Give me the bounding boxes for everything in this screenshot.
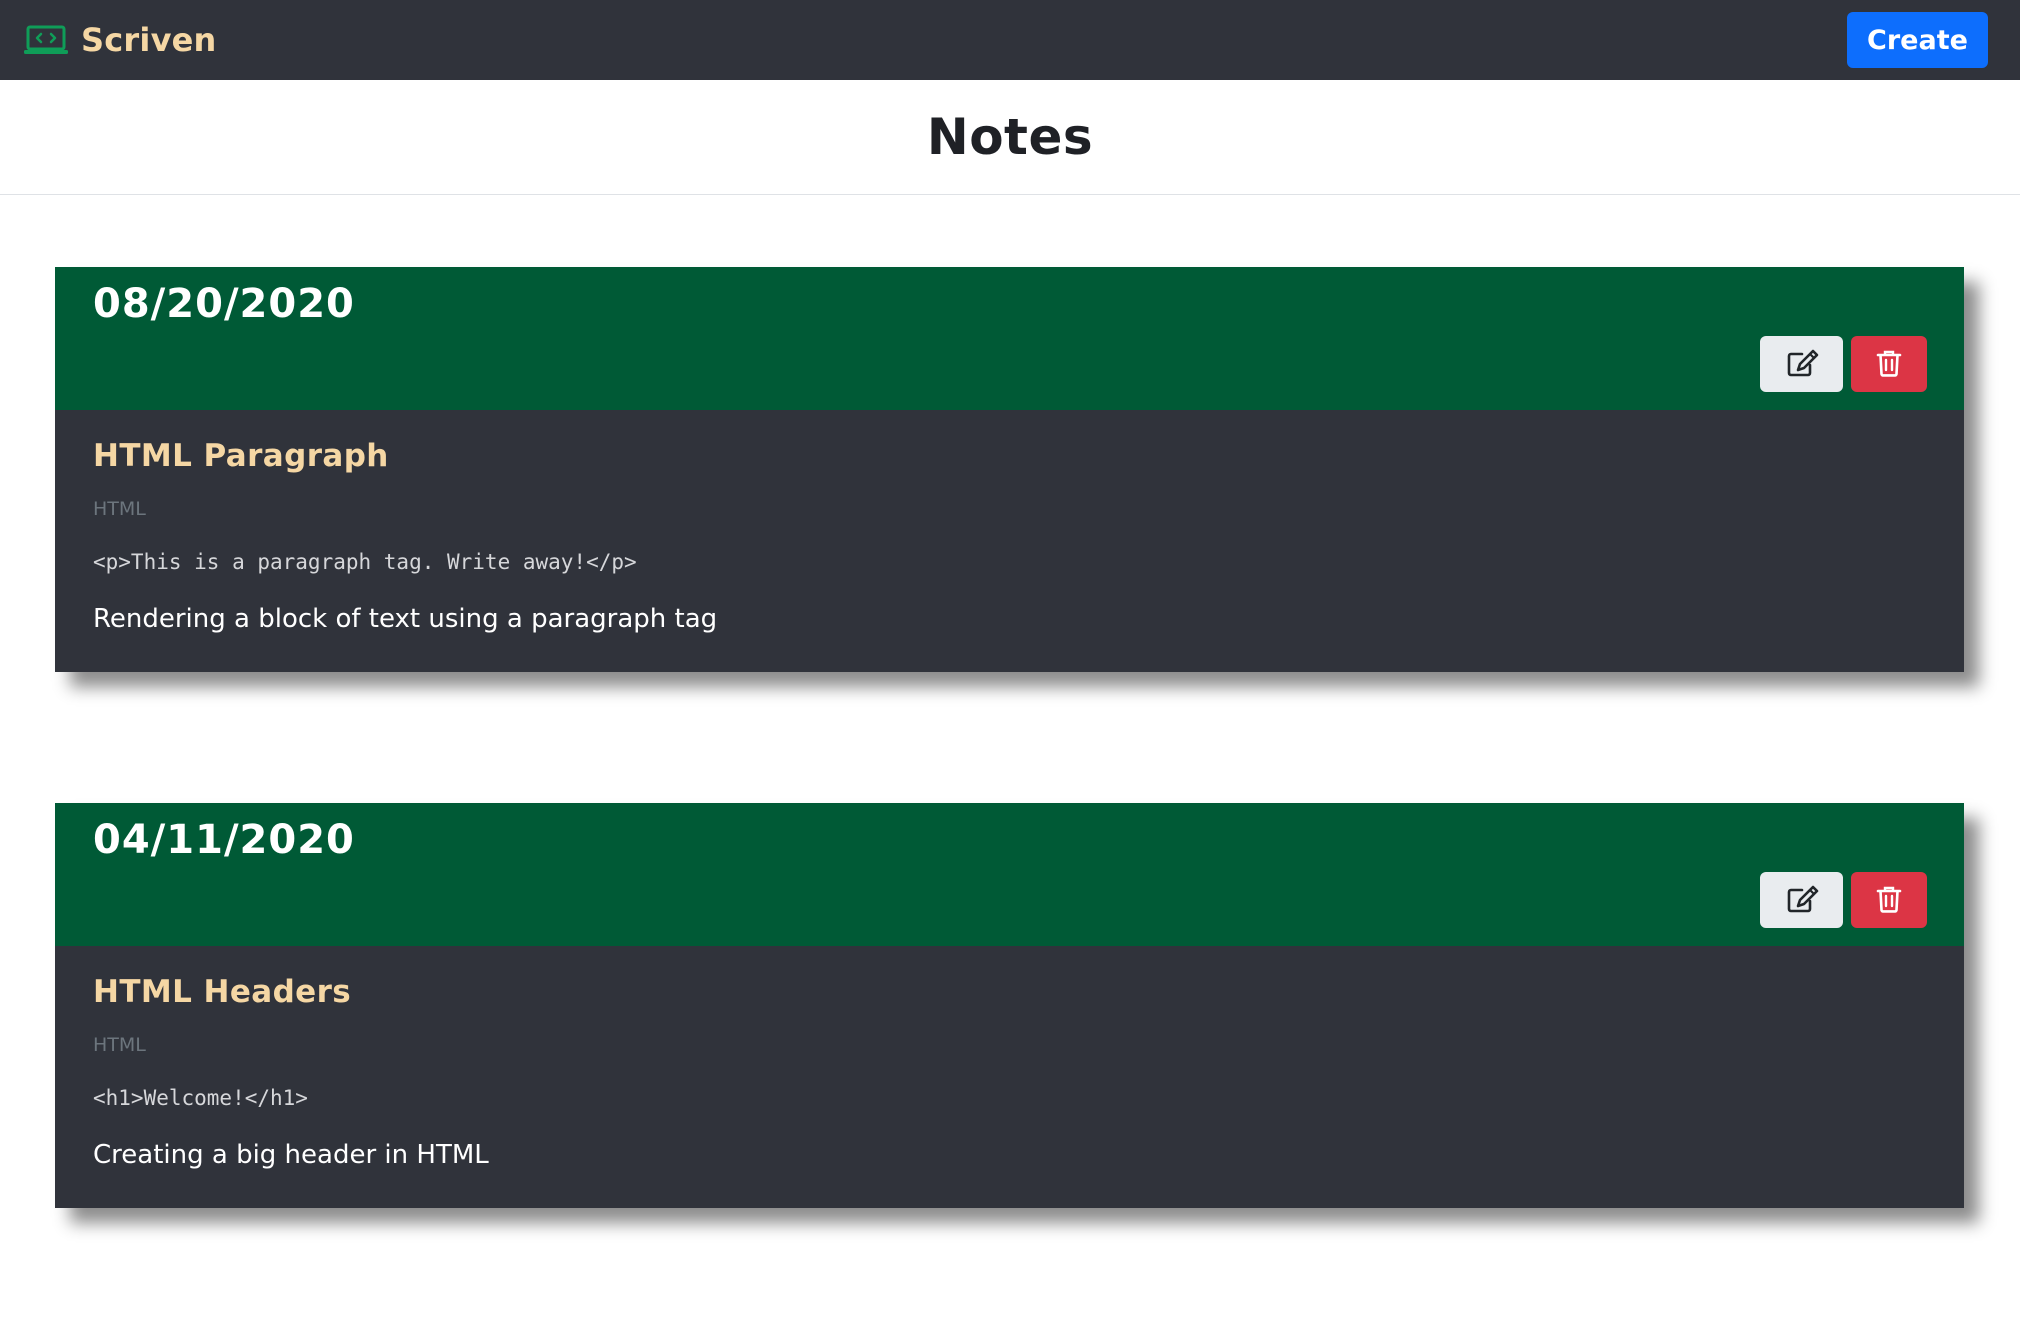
note-language: HTML xyxy=(93,1034,146,1056)
edit-icon xyxy=(1784,348,1820,381)
note-title: HTML Headers xyxy=(93,974,352,1010)
note-date: 04/11/2020 xyxy=(93,817,355,863)
trash-icon xyxy=(1876,349,1902,380)
note-card: 04/11/2020 HTML Headers HTML <h1>Welcome… xyxy=(55,803,1964,1208)
notes-list: 08/20/2020 HTML Paragraph HTML <p>This i… xyxy=(55,267,1964,1339)
note-date: 08/20/2020 xyxy=(93,281,355,327)
trash-icon xyxy=(1876,885,1902,916)
laptop-code-icon xyxy=(23,24,69,56)
note-card: 08/20/2020 HTML Paragraph HTML <p>This i… xyxy=(55,267,1964,672)
brand[interactable]: Scriven xyxy=(23,21,217,59)
note-language: HTML xyxy=(93,498,146,520)
navbar: Scriven Create xyxy=(0,0,2020,80)
create-button[interactable]: Create xyxy=(1847,12,1988,68)
edit-note-button[interactable] xyxy=(1760,872,1843,928)
note-description: Rendering a block of text using a paragr… xyxy=(93,604,718,634)
edit-icon xyxy=(1784,884,1820,917)
page-title: Notes xyxy=(926,108,1094,166)
note-title: HTML Paragraph xyxy=(93,438,389,474)
note-actions xyxy=(1760,872,1927,928)
note-card-body: HTML Headers HTML <h1>Welcome!</h1> Crea… xyxy=(55,946,1964,1208)
note-code: <h1>Welcome!</h1> xyxy=(93,1086,308,1110)
brand-name: Scriven xyxy=(81,21,217,59)
note-card-header: 08/20/2020 xyxy=(55,267,1964,410)
delete-note-button[interactable] xyxy=(1851,336,1927,392)
note-actions xyxy=(1760,336,1927,392)
delete-note-button[interactable] xyxy=(1851,872,1927,928)
note-card-header: 04/11/2020 xyxy=(55,803,1964,946)
note-description: Creating a big header in HTML xyxy=(93,1140,489,1170)
note-code: <p>This is a paragraph tag. Write away!<… xyxy=(93,550,637,574)
page-header: Notes xyxy=(0,80,2020,195)
edit-note-button[interactable] xyxy=(1760,336,1843,392)
note-card-body: HTML Paragraph HTML <p>This is a paragra… xyxy=(55,410,1964,672)
